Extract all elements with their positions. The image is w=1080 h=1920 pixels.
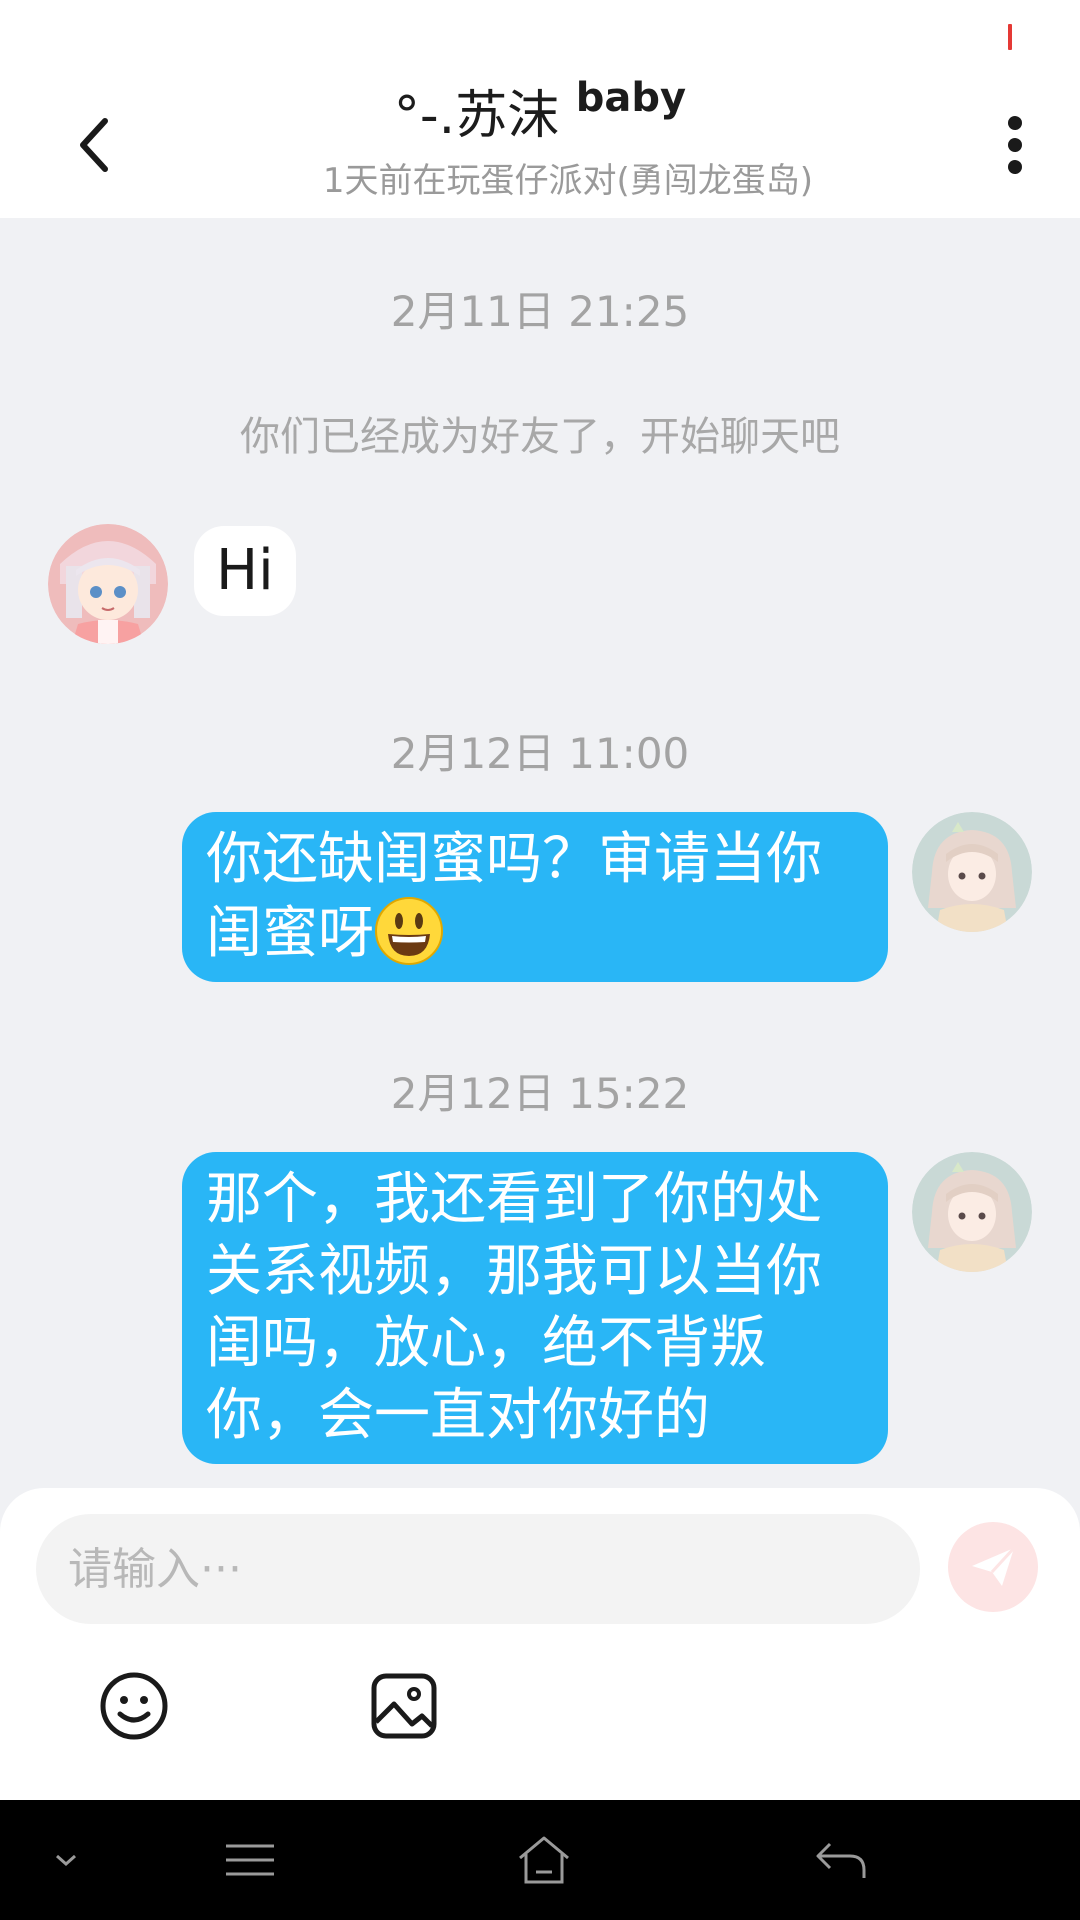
contact-name: °-.苏沫 [393,86,560,146]
message-list[interactable]: 2月11日 21:25 你们已经成为好友了，开始聊天吧 Hi 2月12日 11:… [0,218,1080,1490]
menu-icon [226,1844,274,1876]
image-icon [371,1673,437,1739]
more-options-button[interactable] [990,110,1040,180]
message-timestamp: 2月12日 11:00 [390,729,690,778]
emoji-button[interactable] [94,1666,174,1746]
emoji-icon [100,1672,168,1740]
home-icon [519,1836,569,1884]
chat-header: °-.苏沫 baby 1天前在玩蛋仔派对(勇闯龙蛋岛) [0,0,1080,218]
chat-screen: °-.苏沫 baby 1天前在玩蛋仔派对(勇闯龙蛋岛) 2月11日 21:25 … [0,0,1080,1920]
my-avatar-image [912,1152,1032,1272]
home-nav-button[interactable] [494,1820,594,1900]
image-button[interactable] [364,1666,444,1746]
status-indicator [1008,24,1012,50]
outgoing-message-bubble[interactable]: 那个，我还看到了你的处关系视频，那我可以当你闺吗，放心，绝不背叛你，会一直对你好… [182,1152,888,1464]
menu-nav-button[interactable] [200,1820,300,1900]
my-avatar[interactable] [912,1152,1032,1272]
outgoing-message-bubble[interactable]: 你还缺闺蜜吗？审请当你闺蜜呀 [182,812,888,982]
contact-avatar[interactable] [48,524,168,644]
back-arrow-icon [816,1842,866,1878]
system-navigation-bar [0,1800,1080,1920]
my-avatar[interactable] [912,812,1032,932]
smiley-emoji-icon [375,897,443,965]
contact-name-suffix: baby [575,75,687,121]
chevron-down-icon [56,1854,76,1867]
hide-nav-button[interactable] [16,1820,116,1900]
composer [0,1488,1080,1800]
title-block: °-.苏沫 baby 1天前在玩蛋仔派对(勇闯龙蛋岛) [0,75,1080,206]
message-text: 你还缺闺蜜吗？审请当你闺蜜呀 [206,827,822,966]
my-avatar-image [912,812,1032,932]
back-nav-button[interactable] [790,1820,890,1900]
send-icon [972,1546,1016,1586]
contact-status: 1天前在玩蛋仔派对(勇闯龙蛋岛) [322,161,814,201]
send-button[interactable] [948,1522,1038,1612]
page-title: °-.苏沫 baby [0,75,1080,156]
system-message: 你们已经成为好友了，开始聊天吧 [240,414,840,460]
message-timestamp: 2月11日 21:25 [390,287,690,336]
more-vertical-icon [1008,116,1022,174]
message-timestamp: 2月12日 15:22 [390,1069,690,1118]
incoming-message-bubble[interactable]: Hi [194,526,296,616]
message-input[interactable] [36,1514,920,1624]
contact-avatar-image [48,524,168,644]
